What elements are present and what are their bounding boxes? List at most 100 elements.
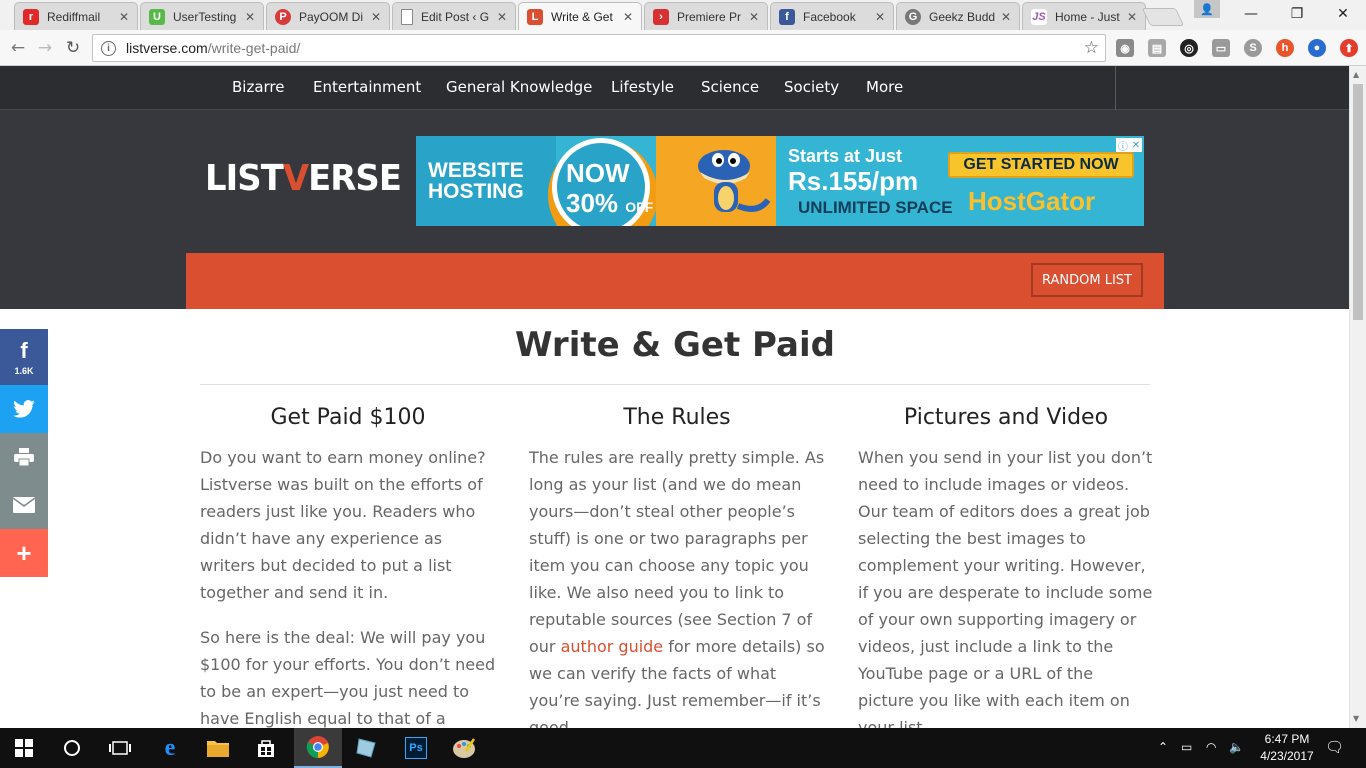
menu-extension-icon[interactable]: ⬆ bbox=[1340, 39, 1358, 57]
ad-choices-icon[interactable]: ⓘ ✕ bbox=[1116, 138, 1142, 153]
scroll-up-icon[interactable]: ▲ bbox=[1353, 70, 1359, 79]
facebook-share-button[interactable]: f 1.6K bbox=[0, 329, 48, 385]
listverse-icon: L bbox=[527, 8, 543, 25]
notifications-icon[interactable]: 🗨 bbox=[1325, 738, 1344, 756]
main-content: Write & Get Paid Get Paid $100 Do you wa… bbox=[186, 309, 1164, 728]
column-heading: Pictures and Video bbox=[903, 405, 1109, 430]
close-icon[interactable]: ✕ bbox=[1127, 10, 1137, 24]
wifi-icon[interactable]: ◠ bbox=[1206, 740, 1216, 754]
usertesting-icon: U bbox=[149, 8, 165, 25]
twitter-share-button[interactable] bbox=[0, 385, 48, 433]
camera-extension-icon[interactable]: ◉ bbox=[1116, 39, 1134, 57]
ad-brand: HostGator bbox=[968, 186, 1096, 216]
facebook-icon: f bbox=[20, 338, 28, 363]
browser-toolbar: ← → ↻ i listverse.com/write-get-paid/ ☆ … bbox=[0, 30, 1366, 66]
forward-icon[interactable]: → bbox=[35, 38, 55, 58]
volume-icon[interactable]: 🔈 bbox=[1229, 740, 1244, 754]
page-scrollbar[interactable]: ▲ ▼ bbox=[1349, 66, 1366, 728]
battery-icon[interactable]: ▭ bbox=[1181, 740, 1192, 754]
nav-item-science[interactable]: Science bbox=[701, 78, 759, 96]
edge-taskbar-button[interactable]: e bbox=[146, 728, 194, 768]
photoshop-taskbar-button[interactable]: Ps bbox=[392, 728, 440, 768]
page-title: Write & Get Paid bbox=[515, 325, 835, 365]
minimize-button[interactable]: — bbox=[1228, 0, 1274, 28]
tab-write-get-paid[interactable]: L Write & Get ✕ bbox=[518, 2, 642, 30]
close-icon[interactable]: ✕ bbox=[623, 10, 633, 24]
print-button[interactable] bbox=[0, 433, 48, 481]
reload-icon[interactable]: ↻ bbox=[63, 38, 83, 58]
chrome-taskbar-button[interactable] bbox=[294, 728, 342, 768]
more-share-button[interactable]: + bbox=[0, 529, 48, 577]
skype-extension-icon[interactable]: S bbox=[1244, 39, 1262, 57]
column-paragraph: The rules are really pretty simple. As l… bbox=[529, 448, 825, 728]
ad-now: NOW bbox=[566, 158, 630, 188]
tab-geekz-buddy[interactable]: G Geekz Budd ✕ bbox=[896, 2, 1020, 30]
close-icon[interactable]: ✕ bbox=[749, 10, 759, 24]
tab-title: Premiere Pr bbox=[677, 9, 742, 24]
column-paragraph: Do you want to earn money online? Listve… bbox=[200, 448, 486, 602]
ad-get-started-button[interactable]: GET STARTED NOW bbox=[948, 152, 1134, 178]
close-icon[interactable]: ✕ bbox=[497, 10, 507, 24]
notepad-taskbar-button[interactable] bbox=[342, 728, 390, 768]
nav-item-more[interactable]: More bbox=[866, 78, 903, 96]
start-button[interactable] bbox=[0, 728, 48, 768]
close-icon[interactable]: ✕ bbox=[371, 10, 381, 24]
hostgator-ad-banner[interactable]: WEBSITE HOSTING NOW 30% OFF Starts at Ju… bbox=[416, 136, 1144, 226]
taskbar-clock[interactable]: 6:47 PM 4/23/2017 bbox=[1255, 731, 1319, 765]
honey-extension-icon[interactable]: h bbox=[1276, 39, 1294, 57]
nav-item-entertainment[interactable]: Entertainment bbox=[313, 78, 421, 96]
scroll-down-icon[interactable]: ▼ bbox=[1353, 714, 1359, 723]
cast-extension-icon[interactable]: ▭ bbox=[1212, 39, 1230, 57]
address-bar[interactable]: i listverse.com/write-get-paid/ ☆ bbox=[92, 34, 1106, 62]
listverse-logo[interactable]: LISTVERSE bbox=[205, 158, 402, 199]
task-view-button[interactable] bbox=[96, 728, 144, 768]
store-taskbar-button[interactable] bbox=[242, 728, 290, 768]
vpn-extension-icon[interactable]: ● bbox=[1308, 39, 1326, 57]
file-explorer-taskbar-button[interactable] bbox=[194, 728, 242, 768]
paint-taskbar-button[interactable] bbox=[440, 728, 488, 768]
search-button[interactable] bbox=[48, 728, 96, 768]
close-icon[interactable]: ✕ bbox=[119, 10, 129, 24]
rediff-icon: r bbox=[23, 8, 39, 25]
new-tab-button[interactable] bbox=[1141, 8, 1185, 26]
tab-title: UserTesting bbox=[173, 9, 237, 24]
nav-item-general-knowledge[interactable]: General Knowledge bbox=[446, 78, 592, 96]
windows-taskbar: e Ps ⌃ ▭ ◠ 🔈 6:47 PM 4/23/2017 🗨 bbox=[0, 728, 1366, 768]
nav-item-lifestyle[interactable]: Lifestyle bbox=[611, 78, 674, 96]
bookmark-star-icon[interactable]: ☆ bbox=[1084, 38, 1099, 58]
close-window-button[interactable]: ✕ bbox=[1320, 0, 1366, 28]
tab-premiere[interactable]: › Premiere Pr ✕ bbox=[644, 2, 768, 30]
nav-item-society[interactable]: Society bbox=[784, 78, 839, 96]
close-icon[interactable]: ✕ bbox=[1001, 10, 1011, 24]
circle-extension-icon[interactable]: ◎ bbox=[1180, 39, 1198, 57]
ad-unlimited: UNLIMITED SPACE bbox=[798, 198, 953, 217]
close-icon[interactable]: ✕ bbox=[875, 10, 885, 24]
email-share-button[interactable] bbox=[0, 481, 48, 529]
restore-button[interactable]: ❐ bbox=[1274, 0, 1320, 28]
save-extension-icon[interactable]: ▤ bbox=[1148, 39, 1166, 57]
nav-item-bizarre[interactable]: Bizarre bbox=[232, 78, 285, 96]
scrollbar-thumb[interactable] bbox=[1353, 84, 1363, 320]
tab-edit-post[interactable]: Edit Post ‹ G ✕ bbox=[392, 2, 516, 30]
tab-title: Rediffmail bbox=[47, 9, 101, 24]
tab-payoom[interactable]: P PayOOM Di ✕ bbox=[266, 2, 390, 30]
tab-usertesting[interactable]: U UserTesting ✕ bbox=[140, 2, 264, 30]
tab-home-just[interactable]: JS Home - Just ✕ bbox=[1022, 2, 1146, 30]
site-nav: Bizarre Entertainment General Knowledge … bbox=[0, 66, 1349, 110]
page-viewport: Bizarre Entertainment General Knowledge … bbox=[0, 66, 1349, 728]
notepad-icon bbox=[356, 738, 376, 758]
geekz-icon: G bbox=[905, 8, 921, 25]
user-profile-icon[interactable]: 👤 bbox=[1194, 0, 1220, 18]
close-icon[interactable]: ✕ bbox=[245, 10, 255, 24]
tab-rediffmail[interactable]: r Rediffmail ✕ bbox=[14, 2, 138, 30]
random-list-button[interactable]: RANDOM LIST bbox=[1031, 263, 1143, 297]
tab-facebook[interactable]: f Facebook ✕ bbox=[770, 2, 894, 30]
back-icon[interactable]: ← bbox=[8, 38, 28, 58]
author-guide-link[interactable]: author guide bbox=[561, 637, 664, 656]
store-icon bbox=[258, 740, 274, 757]
email-icon bbox=[13, 497, 35, 513]
tray-overflow-icon[interactable]: ⌃ bbox=[1158, 740, 1168, 754]
tab-title: Home - Just bbox=[1055, 9, 1120, 24]
ad-price: Rs.155/pm bbox=[788, 166, 919, 196]
info-icon[interactable]: i bbox=[101, 40, 116, 56]
